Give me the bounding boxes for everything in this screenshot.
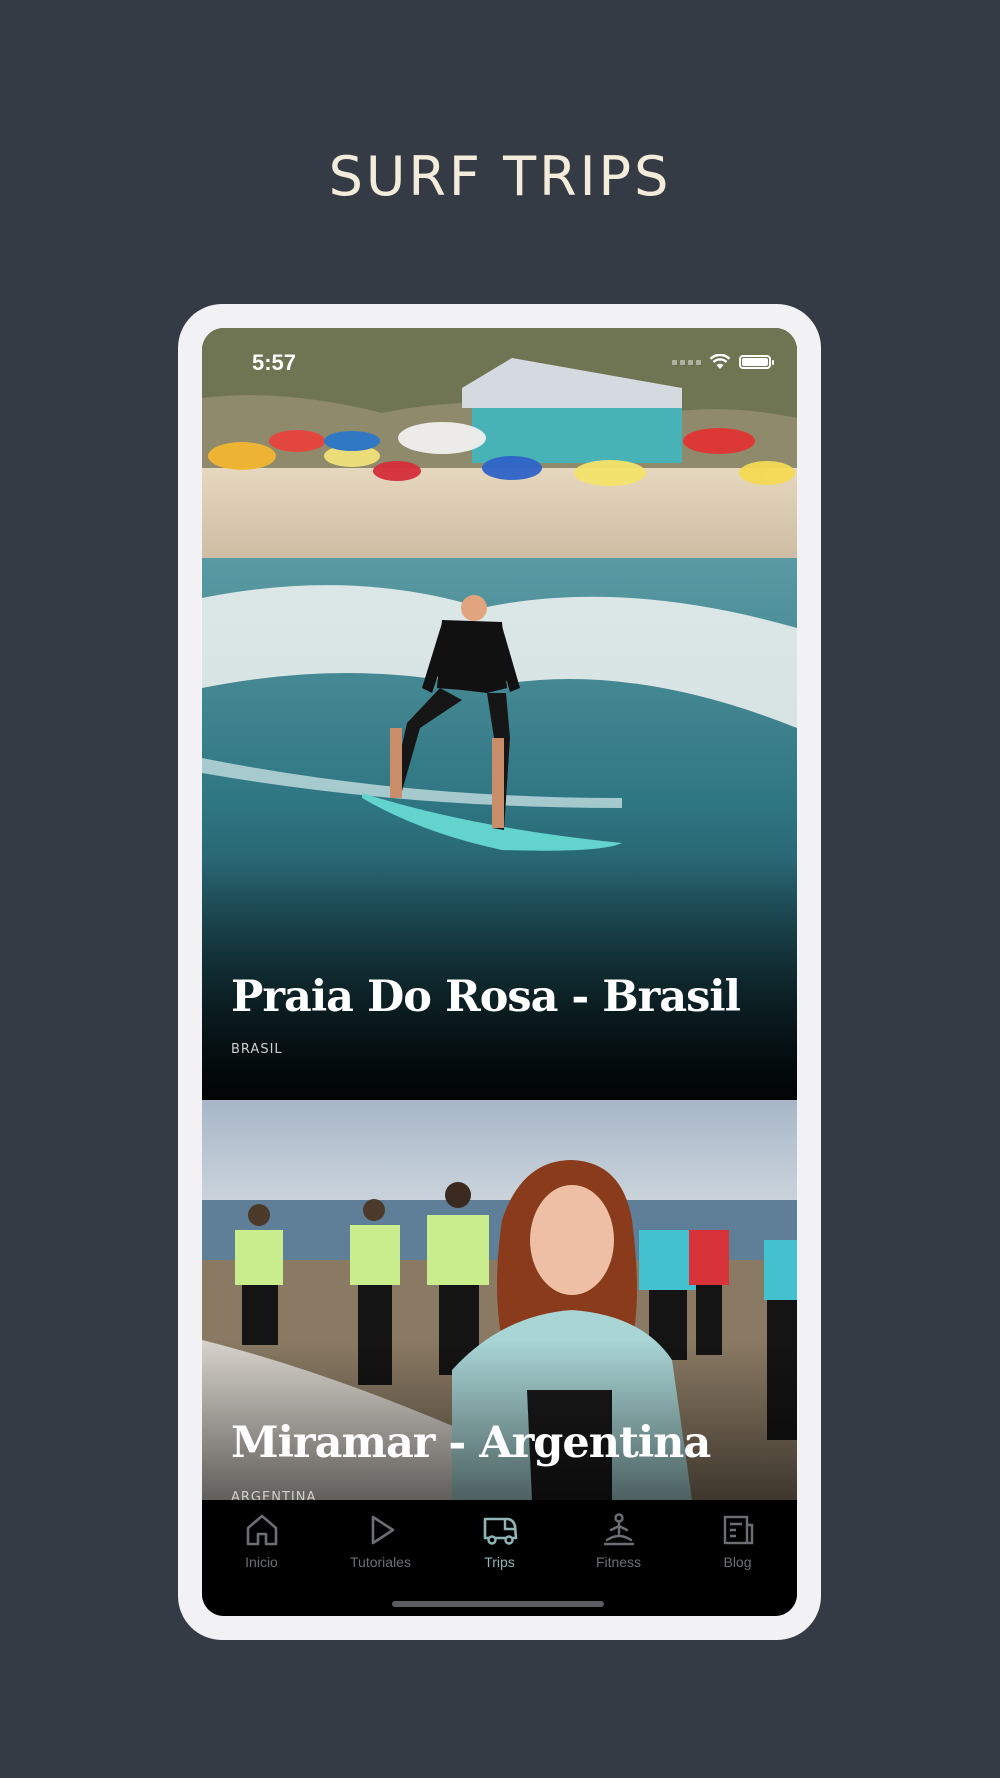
- phone-screen: 5:57 Praia Do Rosa - Brasil BRASIL Miram…: [202, 328, 797, 1616]
- page-headline: SURF TRIPS: [328, 145, 672, 208]
- trip-card-praia-do-rosa[interactable]: Praia Do Rosa - Brasil BRASIL: [202, 328, 797, 1100]
- phone-frame: 5:57 Praia Do Rosa - Brasil BRASIL Miram…: [178, 304, 821, 1640]
- play-icon: [371, 1515, 394, 1545]
- tab-blog[interactable]: Blog: [678, 1500, 797, 1616]
- tab-label: Blog: [723, 1554, 752, 1570]
- trip-title: Miramar - Argentina: [231, 1418, 711, 1468]
- status-icons: [672, 354, 774, 370]
- trip-country: BRASIL: [231, 1042, 283, 1057]
- tab-label: Fitness: [595, 1554, 642, 1570]
- trip-card-miramar[interactable]: Miramar - Argentina ARGENTINA: [202, 1100, 797, 1500]
- home-indicator[interactable]: [392, 1601, 604, 1607]
- cellular-signal-icon: [672, 359, 701, 365]
- meditation-icon: [603, 1513, 634, 1546]
- wifi-icon: [709, 354, 731, 369]
- tab-inicio[interactable]: Inicio: [202, 1500, 321, 1616]
- tab-bar: Inicio Tutoriales Trips Fitness Blog: [202, 1500, 797, 1616]
- status-bar: 5:57: [202, 328, 797, 398]
- home-icon: [246, 1514, 277, 1546]
- battery-icon: [739, 355, 774, 369]
- status-time: 5:57: [252, 350, 297, 375]
- tab-label: Inicio: [245, 1554, 278, 1570]
- trip-country: ARGENTINA: [231, 1490, 317, 1500]
- tab-tutoriales[interactable]: Tutoriales: [321, 1500, 440, 1616]
- tab-fitness[interactable]: Fitness: [559, 1500, 678, 1616]
- news-icon: [723, 1515, 753, 1545]
- trip-title: Praia Do Rosa - Brasil: [231, 972, 741, 1022]
- van-icon: [483, 1517, 517, 1545]
- tab-label: Tutoriales: [350, 1554, 411, 1570]
- tab-label: Trips: [484, 1554, 515, 1570]
- tab-trips[interactable]: Trips: [440, 1500, 559, 1616]
